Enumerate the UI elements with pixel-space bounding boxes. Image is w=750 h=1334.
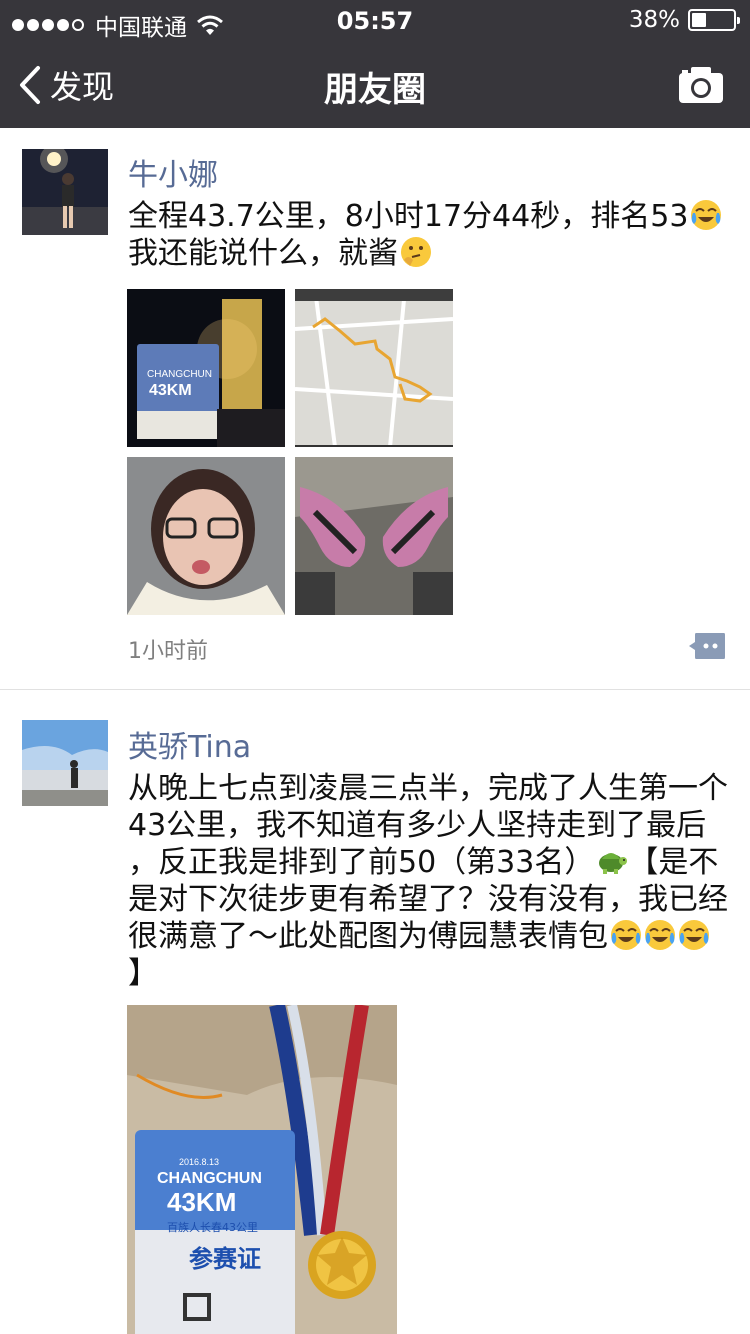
photo-thumbnail[interactable] xyxy=(127,457,285,615)
card-badge: 参赛证 xyxy=(189,1245,261,1273)
post-text-line: 很满意了～此处配图为傅园慧表情包 xyxy=(128,919,608,954)
moment-post: 牛小娜 全程43.7公里，8小时17分44秒，排名53 我还能说什么，就酱 CH… xyxy=(0,128,750,690)
card-date: 2016.8.13 xyxy=(179,1157,219,1167)
post-text-line: 全程43.7公里，8小时17分44秒，排名53 xyxy=(128,199,689,234)
photo-large[interactable]: 2016.8.13 CHANGCHUN 43KM 百族人长春43公里 参赛证 xyxy=(127,1005,397,1334)
battery-percent: 38% xyxy=(628,7,680,33)
author-name[interactable]: 牛小娜 xyxy=(128,150,218,194)
tears-of-joy-icon xyxy=(645,920,675,950)
author-name[interactable]: 英骄Tina xyxy=(128,722,251,766)
card-event: CHANGCHUN xyxy=(157,1170,262,1187)
thinking-face-icon xyxy=(401,237,431,267)
post-text-line: 是对下次徒步更有希望了？没有没有，我已经 xyxy=(128,882,728,917)
post-text-line: ，反正我是排到了前50（第33名） xyxy=(128,845,595,880)
card-distance: 43KM xyxy=(167,1187,236,1217)
post-text-line: 43公里，我不知道有多少人坚持走到了最后 xyxy=(128,808,707,843)
post-text-line: 】 xyxy=(128,956,158,991)
tears-of-joy-icon xyxy=(691,200,722,230)
post-text-line: 【是不 xyxy=(628,845,719,880)
svg-text:CHANGCHUN: CHANGCHUN xyxy=(147,369,212,380)
tears-of-joy-icon xyxy=(679,920,709,950)
avatar[interactable] xyxy=(22,720,108,806)
turtle-icon xyxy=(599,853,628,874)
photo-thumbnail[interactable] xyxy=(295,457,453,615)
camera-icon[interactable] xyxy=(678,66,724,104)
battery-icon xyxy=(688,9,740,31)
post-text-line: 我还能说什么，就酱 xyxy=(128,236,398,271)
navigation-bar: 发现 朋友圈 xyxy=(0,40,750,128)
page-title: 朋友圈 xyxy=(324,70,426,110)
photo-thumbnail[interactable] xyxy=(295,289,453,447)
status-bar: 中国联通 05:57 38% xyxy=(0,0,750,41)
svg-text:43KM: 43KM xyxy=(149,382,192,399)
post-text: 全程43.7公里，8小时17分44秒，排名53 我还能说什么，就酱 xyxy=(128,198,733,272)
post-text-line: 从晚上七点到凌晨三点半，完成了人生第一个 xyxy=(128,771,728,806)
post-text: 从晚上七点到凌晨三点半，完成了人生第一个 43公里，我不知道有多少人坚持走到了最… xyxy=(128,770,733,992)
moment-post: 英骄Tina 从晚上七点到凌晨三点半，完成了人生第一个 43公里，我不知道有多少… xyxy=(0,690,750,1334)
top-bar: 中国联通 05:57 38% 发现 朋友圈 xyxy=(0,0,750,128)
avatar[interactable] xyxy=(22,149,108,235)
card-subtitle: 百族人长春43公里 xyxy=(167,1220,258,1234)
tears-of-joy-icon xyxy=(611,920,641,950)
comment-icon[interactable] xyxy=(688,632,726,660)
post-timestamp: 1小时前 xyxy=(128,639,208,664)
photo-thumbnail[interactable]: CHANGCHUN 43KM xyxy=(127,289,285,447)
